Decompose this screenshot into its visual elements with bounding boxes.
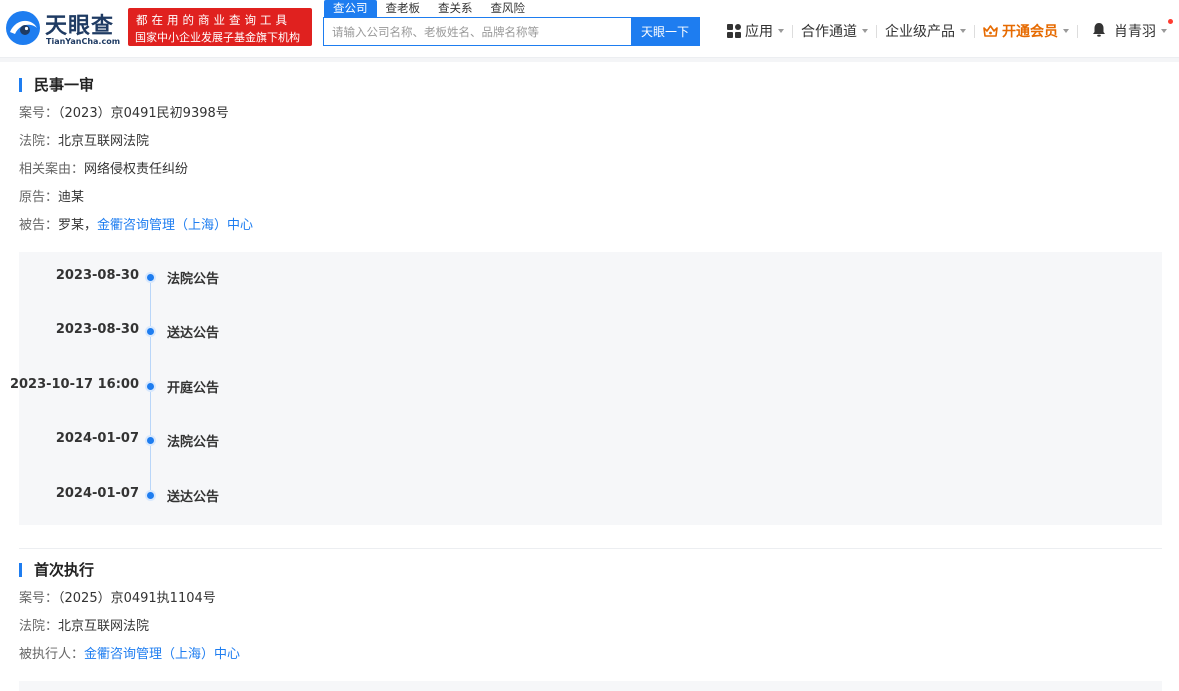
tab-search-company[interactable]: 查公司 — [324, 0, 377, 17]
court-row: 法院：北京互联网法院 — [19, 133, 149, 151]
nav-vip[interactable]: 开通会员 — [983, 21, 1069, 41]
timeline-item[interactable]: 2023-08-30 送达公告 — [19, 322, 419, 342]
nav-partners[interactable]: 合作通道 — [801, 21, 868, 41]
executed-party-row: 被执行人：金衢咨询管理（上海）中心 — [19, 646, 240, 664]
search-input[interactable] — [324, 18, 631, 45]
timeline-dot — [147, 437, 154, 444]
top-header: 天眼查 TianYanCha.com 都在用的商业查询工具 国家中小企业发展子基… — [0, 0, 1179, 58]
nav-enterprise[interactable]: 企业级产品 — [885, 21, 966, 41]
case-cause-value: 网络侵权责任纠纷 — [84, 162, 189, 177]
timeline-type: 送达公告 — [167, 490, 220, 505]
nav-apps-label: 应用 — [745, 24, 773, 40]
section-title-first-execution: 首次执行 — [19, 559, 94, 580]
timeline-type: 送达公告 — [167, 326, 220, 341]
timeline-date: 2023-08-30 — [55, 268, 139, 283]
tab-search-relation[interactable]: 查关系 — [429, 0, 482, 17]
tab-search-boss[interactable]: 查老板 — [377, 0, 430, 17]
title-accent-bar — [19, 77, 22, 92]
tab-search-risk[interactable]: 查风险 — [482, 0, 535, 17]
case-detail-panel: 民事一审 案号：（2023）京0491民初9398号 法院：北京互联网法院 相关… — [0, 62, 1179, 691]
logo-domain: TianYanCha.com — [46, 37, 121, 46]
chevron-down-icon — [1063, 29, 1069, 33]
logo-text: 天眼查 — [45, 14, 115, 39]
slogan-line-1: 都在用的商业查询工具 — [136, 13, 291, 27]
plaintiff-label: 原告： — [19, 190, 59, 205]
timeline-dot — [147, 383, 154, 390]
section-title-text: 首次执行 — [34, 561, 95, 579]
court-value: 北京互联网法院 — [58, 619, 150, 634]
nav-divider — [876, 24, 877, 38]
timeline-item[interactable]: 2023-08-30 法院公告 — [19, 268, 419, 288]
unread-dot — [1168, 19, 1173, 24]
nav-apps[interactable]: 应用 — [727, 21, 784, 41]
chevron-down-icon — [960, 29, 966, 33]
case-number-row: 案号：（2023）京0491民初9398号 — [19, 105, 229, 123]
case-number-label: 案号： — [19, 591, 59, 606]
case-number-label: 案号： — [19, 106, 59, 121]
case-timeline: 2023-08-30 法院公告 2023-08-30 送达公告 2023-10-… — [10, 252, 1162, 525]
tianyancha-logo[interactable]: 天眼查 TianYanCha.com — [4, 7, 124, 49]
court-label: 法院： — [19, 134, 59, 149]
chevron-down-icon — [1161, 29, 1167, 33]
timeline-dot — [147, 492, 154, 499]
user-menu[interactable]: 肖青羽 — [1114, 19, 1175, 41]
case-number-value: （2025）京0491执1104号 — [58, 591, 216, 606]
defendant-label: 被告： — [19, 218, 59, 233]
court-row: 法院：北京互联网法院 — [19, 618, 149, 636]
chevron-down-icon — [778, 29, 784, 33]
logo-eye-icon — [6, 11, 40, 45]
executed-party-link[interactable]: 金衢咨询管理（上海）中心 — [84, 647, 240, 662]
court-value: 北京互联网法院 — [58, 134, 150, 149]
nav-vip-label: 开通会员 — [1002, 24, 1058, 40]
plaintiff-row: 原告：迪某 — [19, 189, 84, 207]
section-title-civil-first-instance: 民事一审 — [19, 74, 94, 95]
defendant-person: 罗某， — [58, 218, 98, 233]
timeline-date: 2024-01-07 — [55, 431, 139, 446]
case-number-row: 案号：（2025）京0491执1104号 — [19, 590, 216, 608]
search-box: 天眼一下 — [323, 17, 700, 46]
timeline-date: 2024-01-07 — [55, 486, 139, 501]
top-nav: 应用 合作通道 企业级产品 开通会员 肖青羽 — [727, 18, 1175, 44]
nav-enterprise-label: 企业级产品 — [885, 24, 955, 40]
section-title-text: 民事一审 — [34, 76, 95, 94]
timeline-dot — [147, 274, 154, 281]
notification-bell-icon[interactable] — [1092, 22, 1106, 41]
timeline-type: 法院公告 — [167, 272, 220, 287]
nav-divider — [974, 24, 975, 38]
apps-grid-icon — [727, 24, 741, 38]
nav-divider — [1077, 24, 1078, 38]
chevron-down-icon — [862, 29, 868, 33]
case-cause-label: 相关案由： — [19, 162, 85, 177]
defendant-company-link[interactable]: 金衢咨询管理（上海）中心 — [97, 218, 253, 233]
user-name: 肖青羽 — [1114, 24, 1156, 40]
timeline-type: 法院公告 — [167, 435, 220, 450]
timeline-item[interactable]: 2024-01-07 法院公告 — [19, 431, 419, 451]
search-button[interactable]: 天眼一下 — [631, 18, 699, 45]
crown-icon — [983, 24, 998, 37]
timeline-partial — [19, 681, 1162, 691]
executed-party-label: 被执行人： — [19, 647, 85, 662]
timeline-date: 2023-08-30 — [55, 322, 139, 337]
defendant-row: 被告：罗某，金衢咨询管理（上海）中心 — [19, 217, 253, 235]
plaintiff-value: 迪某 — [58, 190, 85, 205]
search-tabs: 查公司 查老板 查关系 查风险 — [324, 0, 534, 17]
title-accent-bar — [19, 562, 22, 577]
nav-divider — [792, 24, 793, 38]
timeline-type: 开庭公告 — [167, 381, 220, 396]
case-number-value: （2023）京0491民初9398号 — [58, 106, 229, 121]
timeline-item[interactable]: 2024-01-07 送达公告 — [19, 486, 419, 506]
court-label: 法院： — [19, 619, 59, 634]
nav-partners-label: 合作通道 — [801, 24, 857, 40]
timeline-dot — [147, 328, 154, 335]
slogan-line-2: 国家中小企业发展子基金旗下机构 — [135, 31, 300, 44]
case-cause-row: 相关案由：网络侵权责任纠纷 — [19, 161, 188, 179]
section-divider — [19, 548, 1162, 549]
timeline-item[interactable]: 2023-10-17 16:00 开庭公告 — [10, 377, 419, 397]
slogan-banner: 都在用的商业查询工具 国家中小企业发展子基金旗下机构 — [128, 8, 312, 46]
timeline-date: 2023-10-17 16:00 — [9, 377, 139, 392]
